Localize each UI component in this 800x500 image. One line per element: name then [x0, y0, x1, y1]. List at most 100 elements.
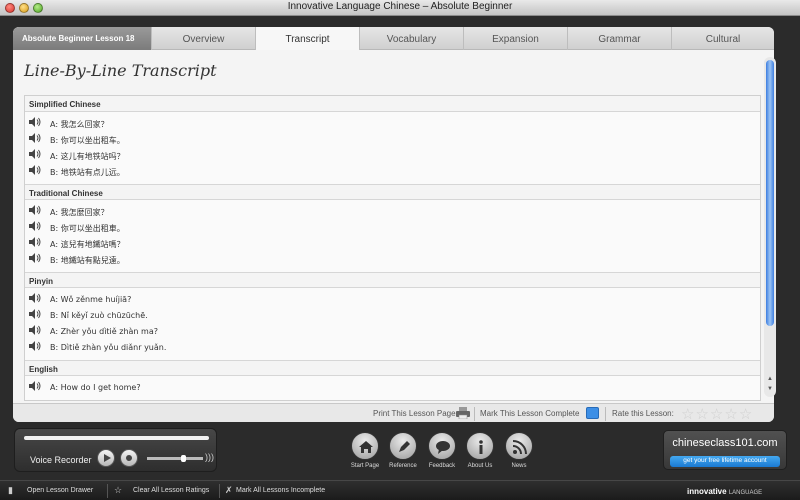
star-icon[interactable]: ☆: [114, 485, 122, 496]
toolbar-divider: [219, 484, 220, 498]
mark-complete-link[interactable]: Mark This Lesson Complete: [480, 409, 579, 418]
transcript-line: B: 地铁站有点儿远。: [25, 164, 760, 180]
transcript-line: B: 地鐵站有點兒遠。: [25, 252, 760, 268]
scroll-up-arrow[interactable]: ▲: [767, 376, 773, 382]
brand-name[interactable]: chineseclass101.com: [664, 437, 786, 449]
start-page-button[interactable]: Start Page: [350, 432, 380, 474]
vertical-scrollbar[interactable]: ▲ ▼: [764, 57, 776, 397]
transcript-line: A: 我怎么回家？: [25, 116, 760, 132]
x-mark-icon[interactable]: ✗: [225, 485, 233, 496]
mark-all-incomplete-button[interactable]: Mark All Lessons Incomplete: [236, 487, 325, 494]
logo-text: innovative: [687, 487, 727, 496]
transcript-line-text: A: 我怎麼回家？: [50, 208, 109, 217]
lesson-panel: Absolute Beginner Lesson 18 Overview Tra…: [13, 27, 774, 422]
play-button[interactable]: [97, 449, 115, 467]
pen-icon[interactable]: [389, 432, 417, 460]
speaker-icon[interactable]: [28, 148, 42, 160]
about-us-button[interactable]: About Us: [465, 432, 495, 474]
section-lines: A: 我怎么回家？ B: 你可以坐出租车。 A: 这儿有地铁站吗？ B: 地铁站有点儿…: [25, 112, 760, 184]
speaker-icon[interactable]: [28, 164, 42, 176]
star-icon[interactable]: ☆: [710, 406, 724, 422]
scrollbar-thumb[interactable]: [766, 60, 774, 326]
transcript-line-text: A: 这儿有地铁站吗？: [50, 152, 125, 161]
transcript-line-text: A: Wǒ zěnme huíjiā?: [50, 295, 132, 304]
speaker-icon[interactable]: [28, 116, 42, 128]
voice-recorder-label: Voice Recorder: [30, 455, 92, 465]
star-icon[interactable]: ☆: [724, 406, 738, 422]
transcript-line: A: 我怎麼回家？: [25, 204, 760, 220]
tab-bar: Absolute Beginner Lesson 18 Overview Tra…: [13, 27, 774, 50]
news-button[interactable]: News: [504, 432, 534, 474]
info-icon[interactable]: [466, 432, 494, 460]
speaker-icon[interactable]: [28, 220, 42, 232]
tab-expansion[interactable]: Expansion: [463, 27, 567, 50]
speaker-icon[interactable]: [28, 340, 42, 352]
transcript-line-text: B: 地鐵站有點兒遠。: [50, 256, 125, 265]
speaker-icon[interactable]: [28, 236, 42, 248]
section-header: Pinyin: [25, 272, 760, 288]
voice-recorder: Voice Recorder ))): [14, 428, 217, 472]
transcript-line: B: Dìtiě zhàn yǒu diǎnr yuǎn.: [25, 340, 760, 356]
transcript-line-text: B: Dìtiě zhàn yǒu diǎnr yuǎn.: [50, 343, 167, 352]
speaker-icon[interactable]: [28, 292, 42, 304]
tab-vocabulary[interactable]: Vocabulary: [359, 27, 463, 50]
transcript-line-text: A: How do I get home?: [50, 383, 141, 392]
rating-stars[interactable]: ☆☆☆☆☆: [681, 405, 753, 422]
speaker-icon[interactable]: [28, 380, 42, 392]
tab-overview[interactable]: Overview: [151, 27, 255, 50]
reference-button[interactable]: Reference: [388, 432, 418, 474]
speaker-icon[interactable]: [28, 252, 42, 264]
transcript-line: B: 你可以坐出租车。: [25, 132, 760, 148]
volume-slider-knob[interactable]: [181, 455, 186, 462]
transcript-line-text: A: Zhèr yǒu dìtiě zhàn ma?: [50, 327, 158, 336]
speaker-icon[interactable]: [28, 324, 42, 336]
star-icon[interactable]: ☆: [695, 406, 709, 422]
printer-icon[interactable]: [456, 407, 470, 419]
scroll-down-arrow[interactable]: ▼: [767, 386, 773, 392]
section-header: Traditional Chinese: [25, 184, 760, 200]
speech-bubble-icon[interactable]: [428, 432, 456, 460]
volume-icon: ))): [205, 452, 214, 462]
transcript-line: A: Wǒ zěnme huíjiā?: [25, 292, 760, 308]
transcript-line-text: A: 我怎么回家？: [50, 120, 109, 129]
recorder-progress-bar: [24, 436, 209, 440]
section-lines: A: 我怎麼回家？ B: 你可以坐出租車。 A: 這兒有地鐵站嗎？ B: 地鐵站有點兒…: [25, 200, 760, 272]
speaker-icon[interactable]: [28, 204, 42, 216]
rss-icon[interactable]: [505, 432, 533, 460]
transcript-line-text: B: Nǐ kěyǐ zuò chūzūchē.: [50, 311, 148, 320]
transcript-line: A: Zhèr yǒu dìtiě zhàn ma?: [25, 324, 760, 340]
brand-box[interactable]: chineseclass101.com get your free lifeti…: [663, 430, 787, 470]
open-lesson-drawer-button[interactable]: Open Lesson Drawer: [27, 487, 93, 494]
volume-slider[interactable]: [147, 455, 203, 462]
drawer-icon[interactable]: ▮: [8, 485, 13, 496]
print-page-link[interactable]: Print This Lesson Page: [373, 409, 456, 418]
mark-complete-checkbox[interactable]: [586, 407, 599, 419]
title-bar: Innovative Language Chinese – Absolute B…: [0, 0, 800, 16]
transcript-line-text: A: 這兒有地鐵站嗎？: [50, 240, 125, 249]
transcript-line-text: B: 你可以坐出租车。: [50, 136, 125, 145]
star-icon[interactable]: ☆: [681, 406, 695, 422]
toolbar-divider: [107, 484, 108, 498]
transcript-line-text: B: 你可以坐出租車。: [50, 224, 125, 233]
feedback-button[interactable]: Feedback: [427, 432, 457, 474]
transcript-line: B: Nǐ kěyǐ zuò chūzūchē.: [25, 308, 760, 324]
transcript-line: A: How do I get home?: [25, 380, 760, 396]
speaker-icon[interactable]: [28, 308, 42, 320]
record-button[interactable]: [120, 449, 138, 467]
star-icon[interactable]: ☆: [739, 406, 753, 422]
tab-cultural[interactable]: Cultural: [671, 27, 774, 50]
clear-ratings-button[interactable]: Clear All Lesson Ratings: [133, 487, 209, 494]
bottom-toolbar: ▮ Open Lesson Drawer ☆ Clear All Lesson …: [0, 480, 800, 500]
tab-grammar[interactable]: Grammar: [567, 27, 671, 50]
panel-footer: Print This Lesson Page Mark This Lesson …: [13, 403, 774, 422]
free-account-button[interactable]: get your free lifetime account: [670, 456, 780, 467]
logo-subtext: LANGUAGE: [728, 490, 763, 496]
house-icon[interactable]: [351, 432, 379, 460]
speaker-icon[interactable]: [28, 132, 42, 144]
lesson-title-tab: Absolute Beginner Lesson 18: [13, 27, 151, 50]
rate-lesson-label: Rate this Lesson:: [612, 409, 674, 418]
news-label: News: [511, 463, 527, 469]
transcript-list[interactable]: Simplified Chinese A: 我怎么回家？ B: 你可以坐出租车。 A:…: [24, 95, 761, 401]
transcript-line: A: 这儿有地铁站吗？: [25, 148, 760, 164]
tab-transcript[interactable]: Transcript: [255, 27, 359, 50]
